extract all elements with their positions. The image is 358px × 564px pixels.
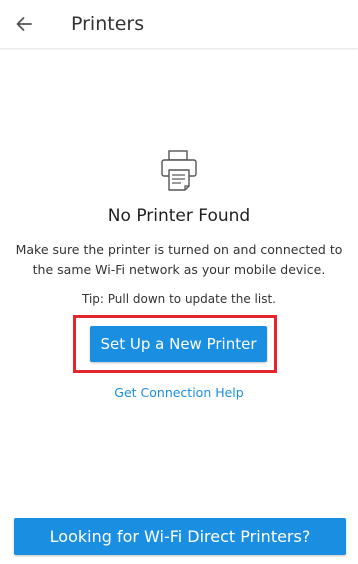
arrow-left-icon	[16, 17, 32, 31]
empty-state-tip: Tip: Pull down to update the list.	[82, 292, 276, 306]
page-title: Printers	[71, 13, 145, 35]
printer-icon	[161, 150, 197, 191]
back-button[interactable]	[4, 4, 44, 44]
empty-state-message: Make sure the printer is turned on and c…	[15, 242, 343, 277]
empty-state: No Printer Found Make sure the printer i…	[0, 140, 358, 308]
set-up-new-printer-button[interactable]: Set Up a New Printer	[90, 326, 267, 362]
get-connection-help-link[interactable]: Get Connection Help	[0, 385, 358, 400]
empty-state-heading: No Printer Found	[107, 206, 251, 226]
app-bar: Printers	[0, 0, 358, 48]
wifi-direct-printers-button[interactable]: Looking for Wi-Fi Direct Printers?	[14, 518, 346, 555]
